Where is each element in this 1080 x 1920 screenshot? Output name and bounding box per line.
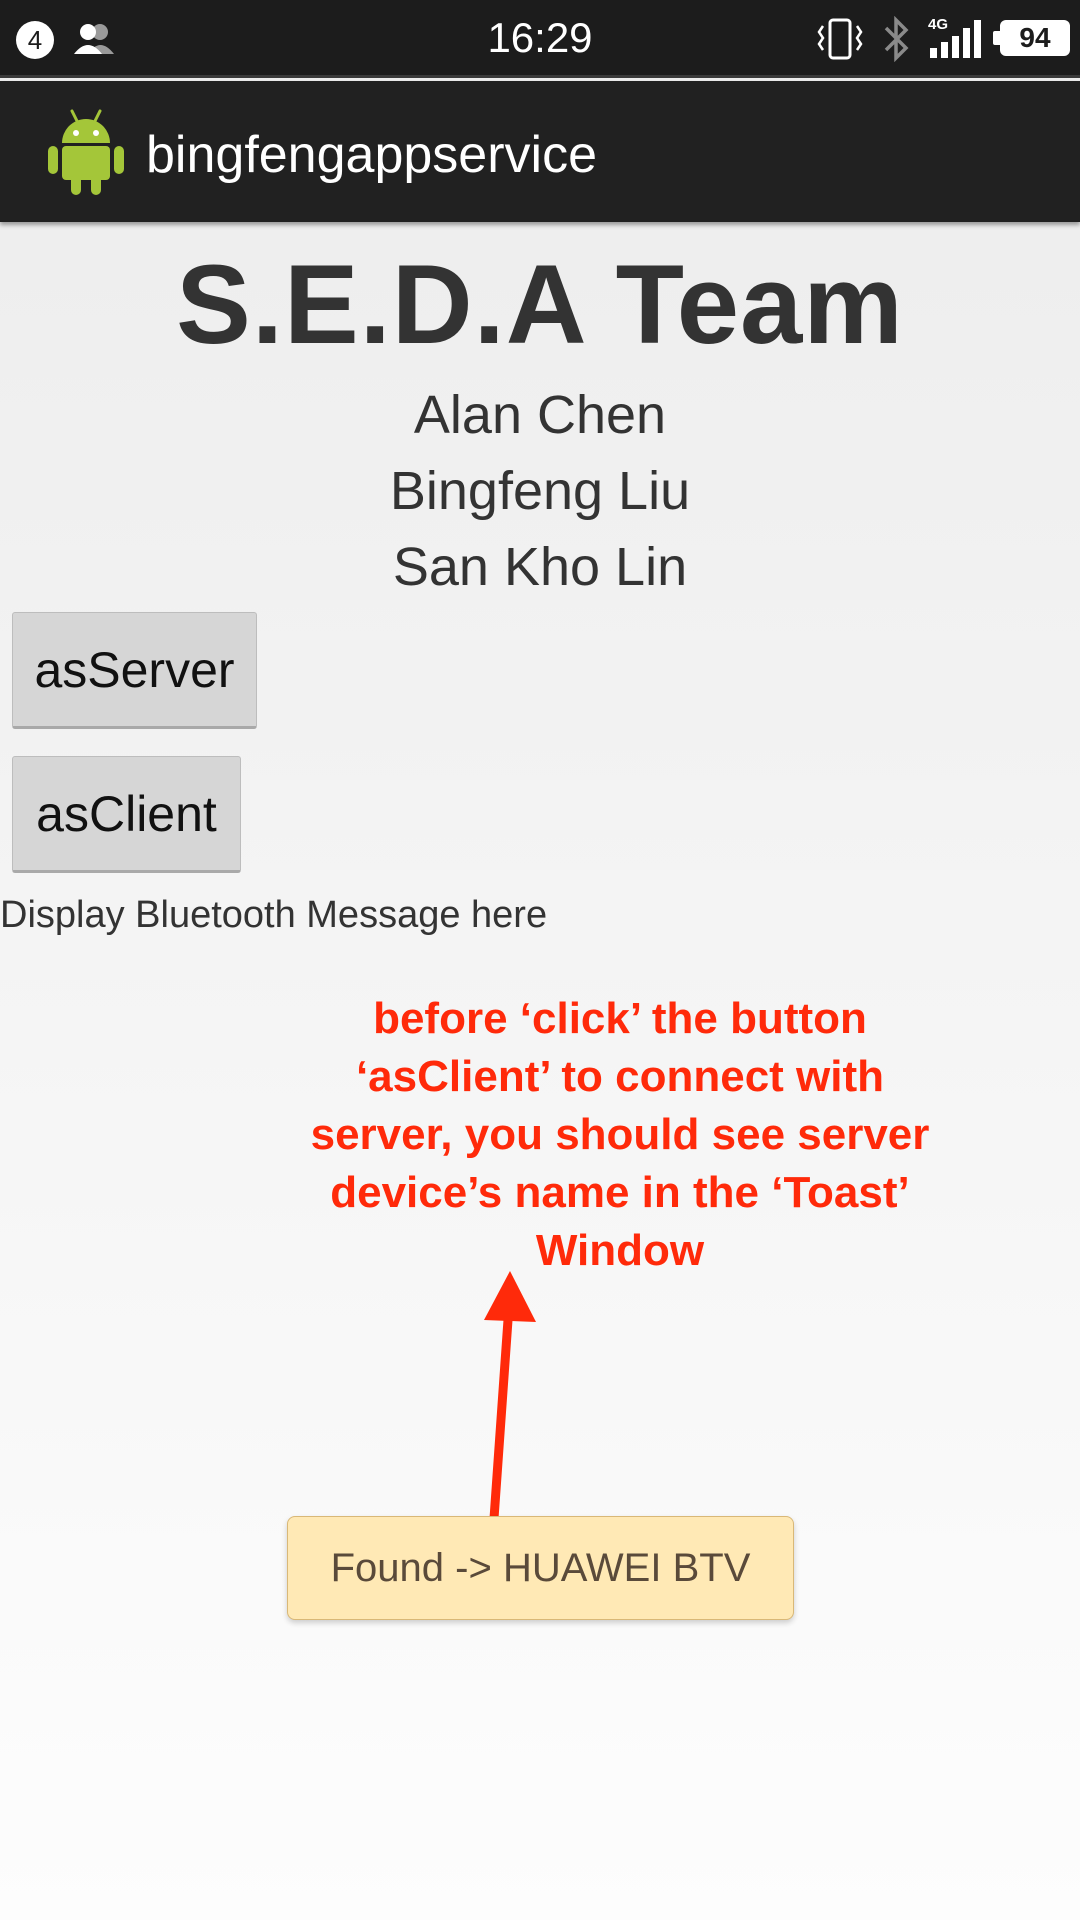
member-name: Alan Chen — [413, 385, 667, 445]
as-client-button[interactable]: asClient — [12, 756, 241, 873]
annotation-line: before ‘click’ the button — [373, 994, 867, 1043]
as-server-button[interactable]: asServer — [12, 612, 257, 729]
member-name: Bingfeng Liu — [389, 461, 691, 521]
team-title: S.E.D.A Team — [176, 242, 904, 367]
action-bar: bingfengappservice — [0, 81, 1080, 222]
app-title: bingfengappservice — [146, 126, 597, 184]
android-app-icon — [48, 109, 124, 195]
annotation-line: Window — [535, 1226, 705, 1275]
signal-strength-icon — [930, 20, 981, 58]
battery-indicator: 94 — [993, 20, 1070, 56]
member-name: San Kho Lin — [392, 537, 688, 597]
bluetooth-icon — [884, 16, 909, 62]
status-bar: 4 16:29 4G 94 — [0, 0, 1080, 78]
status-bar-divider — [0, 75, 1080, 78]
vibrate-icon — [817, 18, 863, 60]
clock: 16:29 — [487, 14, 593, 61]
annotation-line: server, you should see server — [310, 1110, 930, 1159]
bluetooth-message-text: Display Bluetooth Message here — [0, 894, 548, 936]
annotation-text: before ‘click’ the button ‘asClient’ to … — [250, 990, 990, 1280]
annotation-line: ‘asClient’ to connect with — [355, 1052, 885, 1101]
annotation-line: device’s name in the ‘Toast’ — [330, 1168, 910, 1217]
toast-message: Found -> HUAWEI BTV — [287, 1516, 794, 1620]
